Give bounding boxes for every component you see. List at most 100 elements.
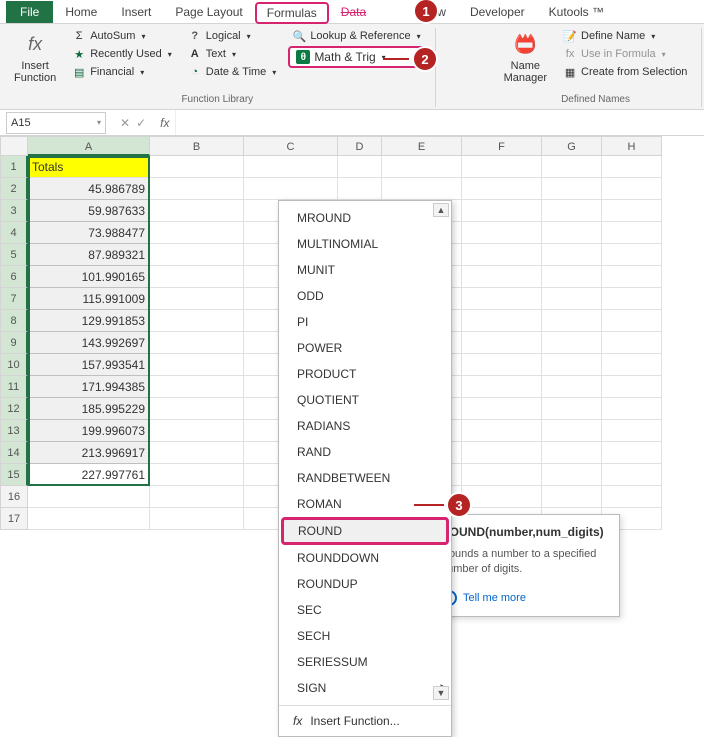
cell[interactable]: 45.986789 — [28, 178, 150, 200]
cell[interactable]: 157.993541 — [28, 354, 150, 376]
row-header-7[interactable]: 7 — [0, 288, 28, 310]
row-header-9[interactable]: 9 — [0, 332, 28, 354]
menu-item-sec[interactable]: SEC — [279, 597, 451, 623]
cell[interactable] — [542, 376, 602, 398]
name-box[interactable]: A15▾ — [6, 112, 106, 134]
math-trig-button[interactable]: θMath & Trig▾ — [288, 46, 424, 68]
cell[interactable] — [462, 178, 542, 200]
row-header-6[interactable]: 6 — [0, 266, 28, 288]
menu-item-seriessum[interactable]: SERIESSUM — [279, 649, 451, 675]
cell[interactable] — [150, 442, 244, 464]
row-header-16[interactable]: 16 — [0, 486, 28, 508]
cell[interactable] — [382, 178, 462, 200]
menu-item-sign[interactable]: SIGN▸ — [279, 675, 451, 701]
cell[interactable] — [542, 178, 602, 200]
cell[interactable] — [150, 266, 244, 288]
cell[interactable] — [150, 420, 244, 442]
col-header-G[interactable]: G — [542, 136, 602, 156]
tab-formulas[interactable]: Formulas — [255, 2, 329, 24]
text-button[interactable]: AText▾ — [184, 46, 281, 62]
cell[interactable] — [462, 354, 542, 376]
define-name-button[interactable]: 📝Define Name▾ — [559, 28, 691, 44]
cell[interactable] — [28, 486, 150, 508]
cell[interactable]: 87.989321 — [28, 244, 150, 266]
cell[interactable]: 73.988477 — [28, 222, 150, 244]
cell[interactable] — [602, 420, 662, 442]
row-header-13[interactable]: 13 — [0, 420, 28, 442]
menu-item-multinomial[interactable]: MULTINOMIAL — [279, 231, 451, 257]
cell[interactable] — [462, 464, 542, 486]
tab-kutools[interactable]: Kutools ™ — [537, 1, 616, 23]
tell-me-more-link[interactable]: ?Tell me more — [441, 590, 607, 606]
fx-icon-bar[interactable]: fx — [154, 116, 175, 130]
col-header-C[interactable]: C — [244, 136, 338, 156]
cell[interactable] — [602, 244, 662, 266]
row-header-4[interactable]: 4 — [0, 222, 28, 244]
cell[interactable] — [602, 486, 662, 508]
row-header-5[interactable]: 5 — [0, 244, 28, 266]
cell[interactable] — [602, 442, 662, 464]
row-header-1[interactable]: 1 — [0, 156, 28, 178]
menu-item-pi[interactable]: PI — [279, 309, 451, 335]
cell[interactable] — [602, 288, 662, 310]
tab-developer[interactable]: Developer — [458, 1, 537, 23]
cell[interactable] — [602, 222, 662, 244]
cell[interactable] — [150, 486, 244, 508]
cell[interactable] — [542, 310, 602, 332]
cell[interactable] — [150, 398, 244, 420]
menu-item-randbetween[interactable]: RANDBETWEEN — [279, 465, 451, 491]
cell[interactable] — [150, 464, 244, 486]
cell[interactable] — [602, 156, 662, 178]
menu-item-product[interactable]: PRODUCT — [279, 361, 451, 387]
cell[interactable] — [542, 266, 602, 288]
menu-item-quotient[interactable]: QUOTIENT — [279, 387, 451, 413]
scroll-down-icon[interactable]: ▼ — [433, 686, 449, 700]
menu-item-power[interactable]: POWER — [279, 335, 451, 361]
select-all-corner[interactable] — [0, 136, 28, 156]
cell[interactable] — [462, 486, 542, 508]
cell[interactable] — [150, 178, 244, 200]
cell[interactable] — [462, 266, 542, 288]
create-from-selection-button[interactable]: ▦Create from Selection — [559, 64, 691, 80]
tab-file[interactable]: File — [6, 1, 53, 23]
cell[interactable] — [542, 156, 602, 178]
recently-used-button[interactable]: ★Recently Used▾ — [68, 46, 176, 62]
date-time-button[interactable]: ◔Date & Time▾ — [184, 64, 281, 80]
cell[interactable] — [462, 398, 542, 420]
cell[interactable] — [542, 244, 602, 266]
cell[interactable] — [28, 508, 150, 530]
cell[interactable] — [244, 156, 338, 178]
menu-item-roundup[interactable]: ROUNDUP — [279, 571, 451, 597]
cell[interactable] — [602, 178, 662, 200]
cell[interactable] — [602, 376, 662, 398]
cell[interactable] — [602, 398, 662, 420]
cell[interactable] — [542, 464, 602, 486]
cell[interactable] — [150, 156, 244, 178]
row-header-8[interactable]: 8 — [0, 310, 28, 332]
cell[interactable] — [602, 332, 662, 354]
cell[interactable] — [602, 266, 662, 288]
insert-function-button[interactable]: fx Insert Function — [10, 28, 60, 92]
cell[interactable] — [542, 398, 602, 420]
row-header-17[interactable]: 17 — [0, 508, 28, 530]
cell[interactable] — [150, 200, 244, 222]
cell[interactable]: 185.995229 — [28, 398, 150, 420]
cell[interactable] — [462, 376, 542, 398]
cell[interactable] — [150, 354, 244, 376]
lookup-reference-button[interactable]: 🔍Lookup & Reference▾ — [288, 28, 424, 44]
cell[interactable]: 171.994385 — [28, 376, 150, 398]
tab-home[interactable]: Home — [53, 1, 109, 23]
cell[interactable]: 199.996073 — [28, 420, 150, 442]
col-header-E[interactable]: E — [382, 136, 462, 156]
cell[interactable] — [542, 420, 602, 442]
cell[interactable] — [382, 156, 462, 178]
cell[interactable] — [602, 310, 662, 332]
cell[interactable]: Totals — [28, 156, 150, 178]
cell[interactable]: 213.996917 — [28, 442, 150, 464]
cell[interactable]: 115.991009 — [28, 288, 150, 310]
autosum-button[interactable]: ΣAutoSum▾ — [68, 28, 176, 44]
cell[interactable] — [542, 354, 602, 376]
cell[interactable] — [602, 354, 662, 376]
cell[interactable] — [462, 200, 542, 222]
menu-item-munit[interactable]: MUNIT — [279, 257, 451, 283]
